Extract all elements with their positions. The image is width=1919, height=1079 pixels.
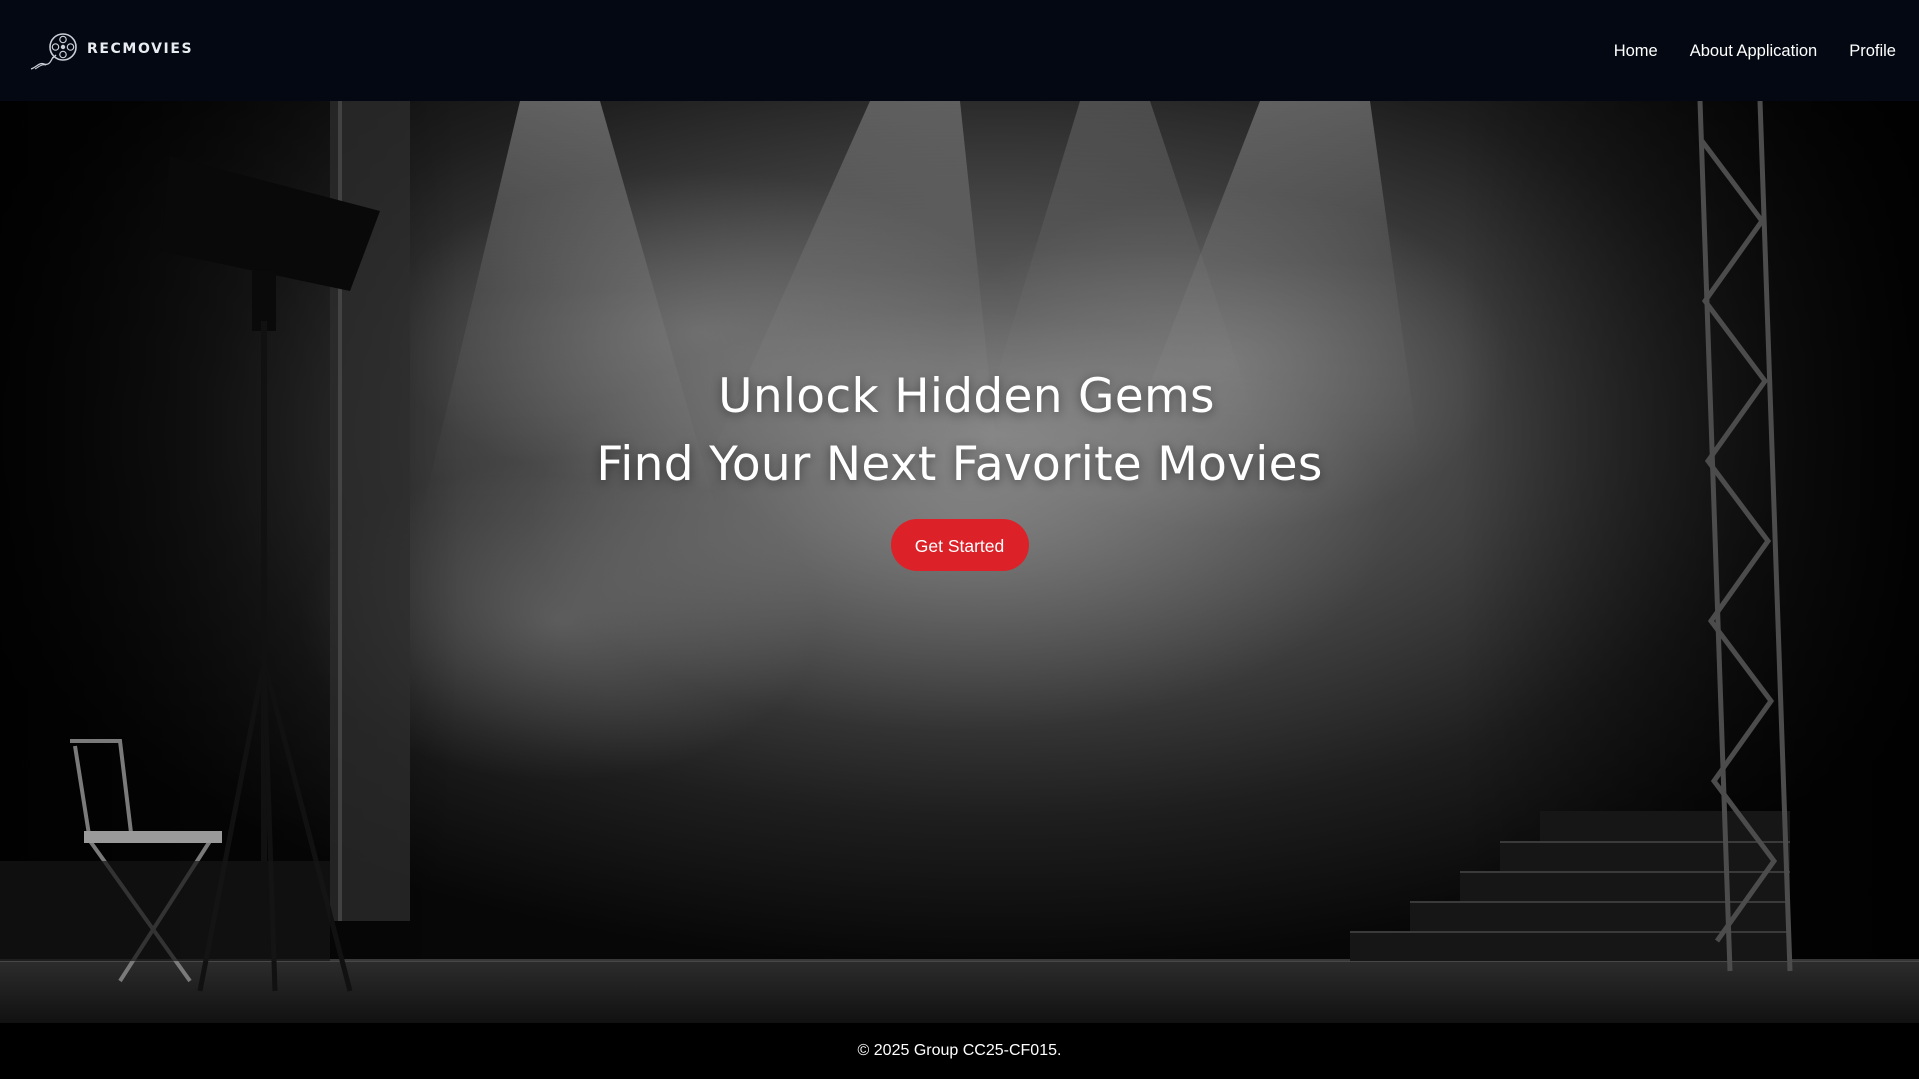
film-reel-icon <box>30 32 77 70</box>
hero-section: Unlock Hidden Gems Find Your Next Favori… <box>0 101 1919 1023</box>
footer-copyright: © 2025 Group CC25-CF015. <box>857 1042 1062 1059</box>
nav-links: Home About Application Profile <box>1614 42 1896 61</box>
hero-content: Unlock Hidden Gems Find Your Next Favori… <box>0 363 1919 571</box>
hero-title-line-1: Unlock Hidden Gems <box>718 369 1215 424</box>
nav-link-home[interactable]: Home <box>1614 42 1658 61</box>
hero-title-line-2: Find Your Next Favorite Movies <box>596 437 1323 492</box>
nav-link-profile[interactable]: Profile <box>1849 42 1896 61</box>
nav-link-about-application[interactable]: About Application <box>1690 42 1818 61</box>
brand-name: RECMOVIES <box>87 40 194 57</box>
get-started-button[interactable]: Get Started <box>890 519 1029 571</box>
footer: © 2025 Group CC25-CF015. <box>0 1023 1919 1079</box>
top-navbar: RECMOVIES Home About Application Profile <box>0 0 1919 101</box>
brand-logo-link[interactable]: RECMOVIES <box>29 31 193 71</box>
